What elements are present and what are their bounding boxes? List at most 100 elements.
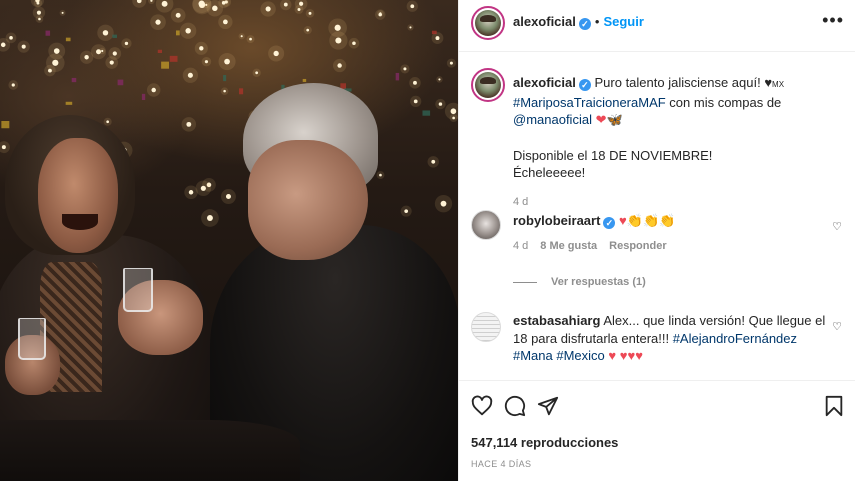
comment-meta: 4 d 8 Me gusta Responder (513, 238, 833, 256)
heart-emoji-icon: ♥ ♥♥♥ (608, 348, 643, 363)
light-bulb (223, 89, 226, 93)
light-bulb (379, 173, 382, 177)
light-bulb (11, 83, 15, 87)
papel-picado-decoration (175, 30, 180, 36)
light-bulb (449, 61, 453, 65)
light-bulb (249, 37, 252, 41)
light-bulb (440, 200, 447, 207)
clapping-hands-emoji-icon: 👏👏👏 (626, 213, 676, 228)
light-bulb (224, 58, 230, 65)
light-bulb (106, 120, 110, 124)
post-video[interactable] (0, 0, 458, 481)
light-bulb (410, 4, 415, 9)
comment-hashtag[interactable]: #Mexico (556, 348, 604, 363)
light-bulb (61, 11, 64, 14)
papel-picado-decoration (117, 79, 124, 86)
papel-picado-decoration (302, 78, 307, 82)
light-bulb (38, 17, 41, 21)
caption-mention[interactable]: @manaoficial (513, 112, 592, 127)
comments-list[interactable]: alexoficial ✓ Puro talento jalisciense aq… (459, 52, 855, 380)
light-bulb (48, 68, 52, 73)
light-bulb (21, 44, 26, 49)
separator-dot: • (594, 14, 600, 29)
light-bulb (161, 0, 168, 7)
comment-icon[interactable] (504, 395, 526, 417)
shot-glass-left (18, 318, 46, 360)
views-count[interactable]: 547,114 reproducciones (471, 435, 618, 450)
light-bulb (306, 28, 310, 32)
caption-hashtag[interactable]: #MariposaTraicioneraMAF (513, 95, 666, 110)
reply-button[interactable]: Responder (609, 240, 666, 252)
commenter-avatar[interactable] (471, 312, 501, 342)
papel-picado-decoration (1, 120, 10, 129)
comment-username[interactable]: robylobeiraart (513, 213, 600, 228)
caption-username[interactable]: alexoficial (513, 75, 576, 90)
caption-avatar[interactable] (471, 68, 505, 102)
comment-body: estabasahiarg Alex... que linda versión!… (513, 312, 829, 365)
light-bulb (36, 1, 40, 5)
light-bulb (308, 11, 312, 15)
papel-picado-decoration (431, 30, 437, 35)
comment-hashtag[interactable]: #AlejandroFernández (673, 331, 797, 346)
man-left-face (38, 138, 118, 253)
papel-picado-decoration (223, 75, 227, 82)
light-bulb (221, 1, 226, 5)
author-info: alexoficial ✓ • Seguir (513, 14, 644, 30)
man-left-mouth (62, 214, 98, 230)
view-replies-label: Ver respuestas (1) (551, 276, 646, 288)
papel-picado-decoration (422, 110, 431, 116)
light-bulb (438, 78, 441, 81)
light-bulb (1, 145, 6, 150)
view-replies-button[interactable]: Ver respuestas (1) (513, 276, 646, 288)
light-bulb (84, 55, 89, 60)
like-comment-heart-icon[interactable]: ♡ (832, 320, 842, 333)
light-bulb (413, 99, 418, 104)
light-bulb (186, 121, 192, 127)
light-bulb (403, 67, 407, 71)
light-bulb (435, 36, 440, 41)
papel-picado-decoration (141, 93, 146, 101)
light-bulb (102, 30, 109, 36)
more-options-icon[interactable]: ••• (822, 10, 844, 31)
caption-mid-text: con mis compas de (665, 94, 782, 110)
papel-picado-decoration (65, 101, 73, 105)
caption-body: alexoficial ✓ Puro talento jalisciense aq… (513, 74, 833, 211)
light-bulb (187, 72, 193, 78)
light-bulb (335, 37, 342, 44)
follow-button[interactable]: Seguir (603, 14, 643, 29)
bookmark-icon[interactable] (824, 395, 844, 417)
share-icon[interactable] (537, 395, 559, 417)
caption-line-3: Écheleeeee! (513, 165, 586, 180)
light-bulb (334, 24, 341, 31)
light-bulb (199, 46, 204, 51)
light-bulb (225, 194, 231, 200)
heart-icon[interactable] (471, 395, 493, 417)
papel-picado-decoration (112, 34, 117, 38)
light-bulb (200, 185, 206, 191)
light-bulb (283, 2, 288, 7)
caption-text: Puro talento jalisciense aquí! ♥ (594, 75, 773, 90)
comment-likes[interactable]: 8 Me gusta (540, 240, 597, 252)
light-bulb (188, 190, 194, 195)
light-bulb (240, 35, 243, 38)
author-avatar[interactable] (471, 6, 505, 40)
light-bulb (185, 28, 191, 34)
light-bulb (175, 12, 181, 18)
verified-badge-icon: ✓ (578, 18, 591, 30)
caption-line-2: Disponible el 18 DE NOVIEMBRE! (513, 147, 713, 163)
like-comment-heart-icon[interactable]: ♡ (832, 220, 842, 233)
author-username[interactable]: alexoficial (513, 14, 576, 29)
post-actions: 547,114 reproducciones HACE 4 DÍAS (459, 380, 855, 481)
replies-divider (513, 281, 537, 283)
comment-username[interactable]: estabasahiarg (513, 313, 600, 328)
light-bulb (124, 41, 129, 46)
bar-table (0, 420, 300, 481)
light-bulb (223, 19, 228, 25)
commenter-avatar[interactable] (471, 210, 501, 240)
heart-emoji-icon: ❤ (595, 112, 607, 127)
light-bulb (255, 71, 259, 75)
light-bulb (431, 159, 436, 164)
papel-picado-decoration (161, 61, 170, 69)
papel-picado-decoration (71, 77, 77, 83)
comment-hashtag[interactable]: #Mana (513, 348, 553, 363)
